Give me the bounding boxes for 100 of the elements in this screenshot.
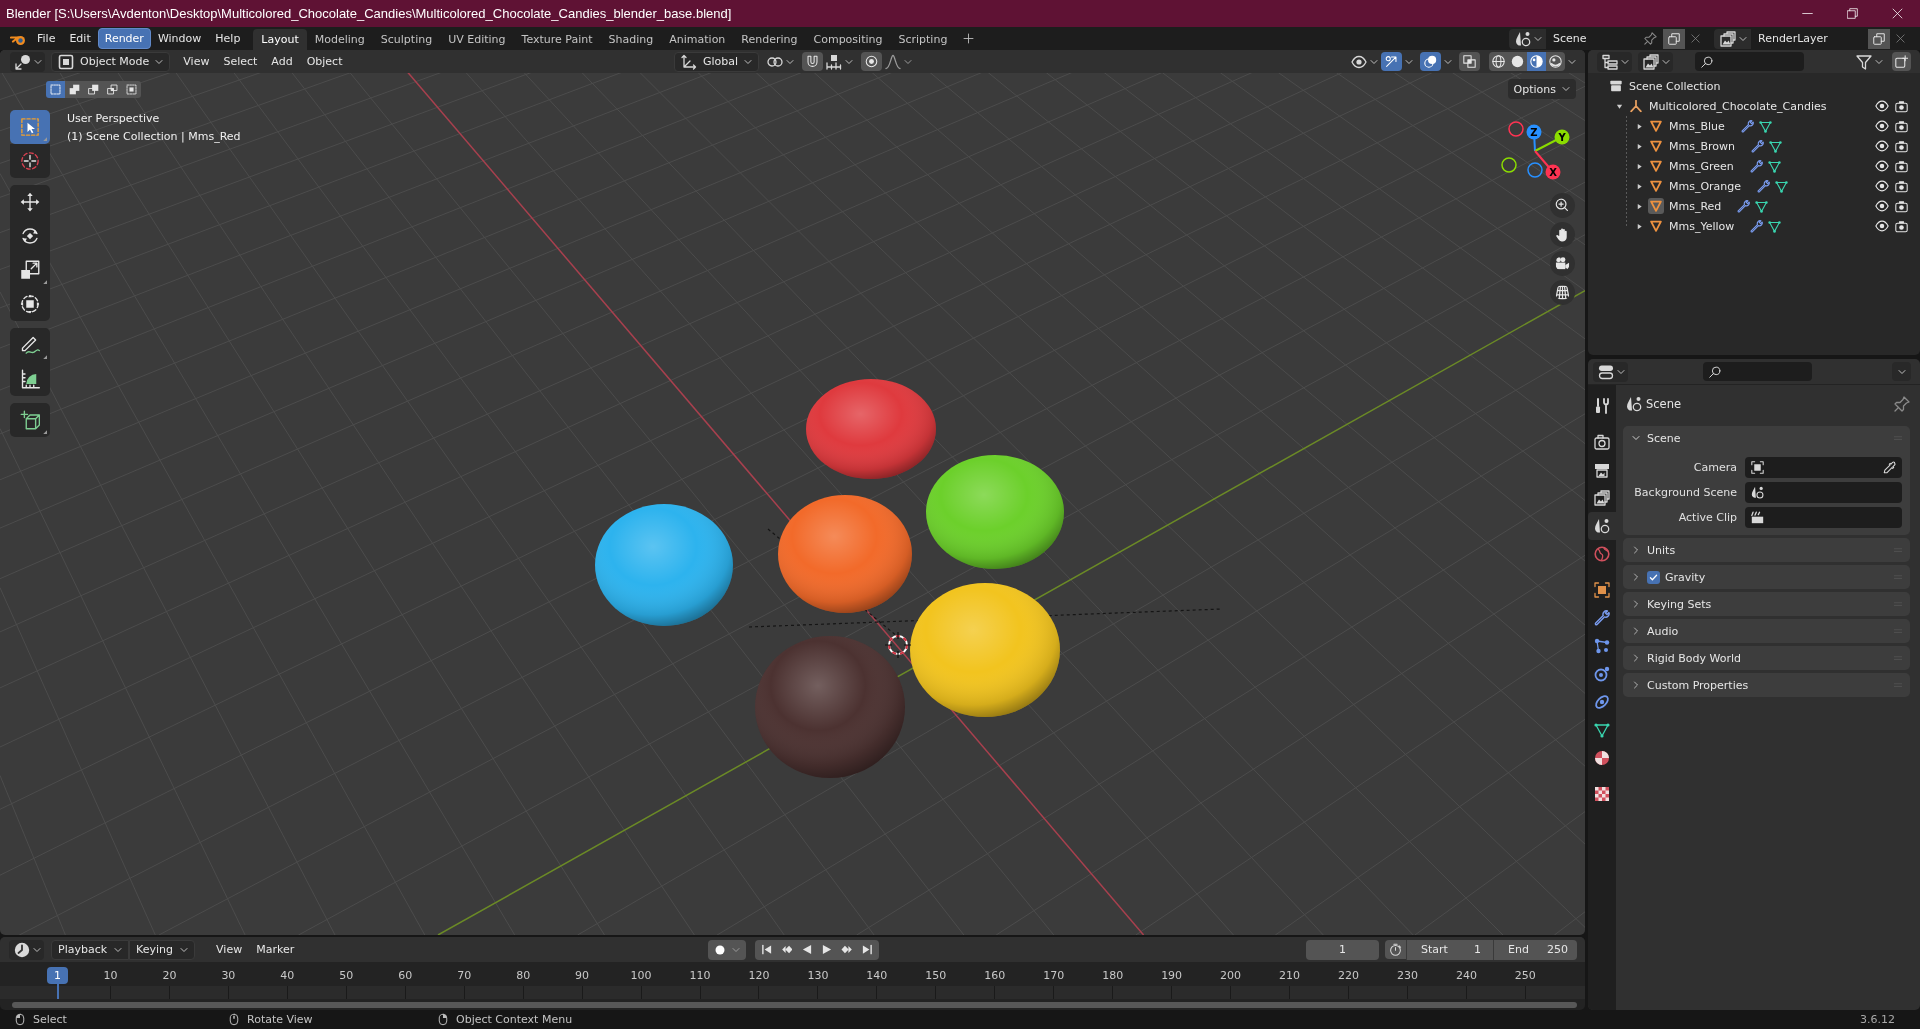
end-frame-field[interactable]: End 250 <box>1493 939 1577 960</box>
solid-circle-icon[interactable] <box>1508 52 1527 71</box>
movie-camera-icon[interactable] <box>1550 251 1575 276</box>
object-field[interactable] <box>1745 457 1902 478</box>
vertex-triangle-icon[interactable] <box>1768 219 1782 233</box>
vertex-triangle-icon[interactable] <box>1767 159 1781 173</box>
chevron-icon[interactable] <box>1632 546 1640 554</box>
panel-title[interactable]: Gravity <box>1665 570 1706 584</box>
chevron-icon[interactable] <box>1632 627 1640 635</box>
disclosure-triangle-icon[interactable] <box>1635 122 1643 130</box>
workspace-tab[interactable]: Rendering <box>733 29 806 50</box>
panel-title[interactable]: Keying Sets <box>1647 597 1712 611</box>
dropdown-menu[interactable]: Playback <box>51 939 130 960</box>
3d-viewport[interactable]: Object Mode View Select Add Object Global Options User Perspective (1) Scene Collection | Mms_Red Z Y X <box>0 50 1585 935</box>
axis-ring-icon[interactable] <box>1508 121 1524 137</box>
vertex-triangle-icon[interactable] <box>1768 139 1782 153</box>
object-field[interactable] <box>1745 482 1902 503</box>
panel-title[interactable]: Rigid Body World <box>1647 651 1741 665</box>
display-mode-button[interactable] <box>1597 51 1632 72</box>
camera-icon[interactable] <box>1895 159 1908 173</box>
axis-handle[interactable]: X <box>1545 164 1561 180</box>
wrench-icon[interactable] <box>1740 119 1754 133</box>
eyedropper-icon[interactable] <box>1883 461 1896 474</box>
select-box-tool[interactable] <box>10 110 50 144</box>
object-name[interactable]: Mms_Green <box>1669 159 1734 173</box>
wrench-icon[interactable] <box>1749 159 1763 173</box>
object-name[interactable]: Mms_Red <box>1669 199 1722 213</box>
axis-handle[interactable]: Z <box>1526 124 1542 140</box>
disclosure-triangle-icon[interactable] <box>1615 102 1623 110</box>
object-name[interactable]: Mms_Brown <box>1669 139 1735 153</box>
panel-title[interactable]: Audio <box>1647 624 1679 638</box>
filled-squares-icon[interactable] <box>65 80 84 98</box>
square-plus-icon[interactable] <box>1892 52 1911 71</box>
close-icon[interactable] <box>1896 34 1905 43</box>
chevron-icon[interactable] <box>1632 434 1640 442</box>
camera-icon[interactable] <box>1895 199 1908 213</box>
eye-icon[interactable] <box>1875 139 1889 153</box>
cursor-tool[interactable] <box>10 144 50 178</box>
zoom-icon[interactable] <box>1550 193 1575 218</box>
workspace-tab[interactable]: Sculpting <box>372 29 441 50</box>
candy[interactable] <box>910 583 1060 717</box>
axis-handle[interactable]: Y <box>1554 129 1570 145</box>
measure-tool[interactable] <box>10 362 50 396</box>
panel-title[interactable]: Custom Properties <box>1647 678 1749 692</box>
dashed-square-icon[interactable] <box>46 80 65 98</box>
workspace-tab[interactable]: UV Editing <box>440 29 514 50</box>
scene-collection-label[interactable]: Scene Collection <box>1629 79 1721 93</box>
collection-name[interactable]: Multicolored_Chocolate_Candies <box>1649 99 1827 113</box>
object-field[interactable] <box>1745 507 1902 528</box>
checkbox[interactable] <box>1647 570 1660 584</box>
workspace-tab[interactable]: Texture Paint <box>513 29 601 50</box>
hand-icon[interactable] <box>1550 222 1575 247</box>
workspace-tab[interactable]: Scripting <box>890 29 956 50</box>
workspace-tab[interactable]: Modeling <box>306 29 373 50</box>
eye-icon[interactable] <box>1875 119 1889 133</box>
vertex-triangle-icon[interactable] <box>1755 199 1769 213</box>
menu-item[interactable]: Edit <box>62 28 98 49</box>
panel-title[interactable]: Scene <box>1647 431 1681 445</box>
perspective-grid-icon[interactable] <box>1550 280 1575 305</box>
current-frame-field[interactable]: 1 <box>1306 939 1379 960</box>
overlapping-circles-icon[interactable] <box>1420 52 1441 71</box>
menu-item[interactable]: Select <box>216 55 265 68</box>
menu-item[interactable]: Add <box>264 55 300 68</box>
move-tool[interactable] <box>10 185 50 219</box>
object-name[interactable]: Mms_Orange <box>1669 179 1742 193</box>
disclosure-triangle-icon[interactable] <box>1635 162 1643 170</box>
wrench-icon[interactable] <box>1757 179 1771 193</box>
wrench-icon[interactable] <box>1750 219 1764 233</box>
camera-icon[interactable] <box>1895 219 1908 233</box>
plus-icon[interactable] <box>963 33 975 44</box>
scene-browse-button[interactable] <box>1509 28 1546 49</box>
workspace-tab[interactable]: Layout <box>253 29 307 50</box>
properties-tab[interactable] <box>1588 512 1616 540</box>
vertex-triangle-icon[interactable] <box>1775 179 1789 193</box>
options-dropdown-button[interactable] <box>1892 362 1911 381</box>
3d-cursor-icon[interactable] <box>884 631 912 659</box>
close-icon[interactable] <box>1691 34 1700 43</box>
menu-item[interactable]: View <box>176 55 217 68</box>
chevron-icon[interactable] <box>1444 57 1452 66</box>
menu-item[interactable]: Render <box>97 28 151 49</box>
eye-icon[interactable] <box>1875 179 1889 193</box>
eye-icon[interactable] <box>1875 99 1889 113</box>
camera-icon[interactable] <box>1895 179 1908 193</box>
axis-ring-icon[interactable] <box>1501 157 1517 173</box>
shaded-sphere-icon[interactable] <box>1546 52 1565 71</box>
chevron-icon[interactable] <box>1632 573 1640 581</box>
candy[interactable] <box>778 495 912 613</box>
restore-icon[interactable] <box>1847 8 1858 19</box>
disclosure-triangle-icon[interactable] <box>1635 142 1643 150</box>
chevron-icon[interactable] <box>1405 57 1413 66</box>
add-cube-tool[interactable] <box>10 403 50 437</box>
transform-tool[interactable] <box>10 287 50 321</box>
view-layer-browse-button[interactable] <box>1714 28 1751 49</box>
eye-icon[interactable] <box>1875 199 1889 213</box>
eye-icon[interactable] <box>1875 159 1889 173</box>
menu-item[interactable]: Help <box>208 28 248 49</box>
playhead-line[interactable] <box>56 984 59 999</box>
axis-ring-icon[interactable] <box>1527 162 1543 178</box>
orientation-dropdown[interactable]: Global <box>673 51 760 72</box>
panel-title[interactable]: Units <box>1647 543 1676 557</box>
